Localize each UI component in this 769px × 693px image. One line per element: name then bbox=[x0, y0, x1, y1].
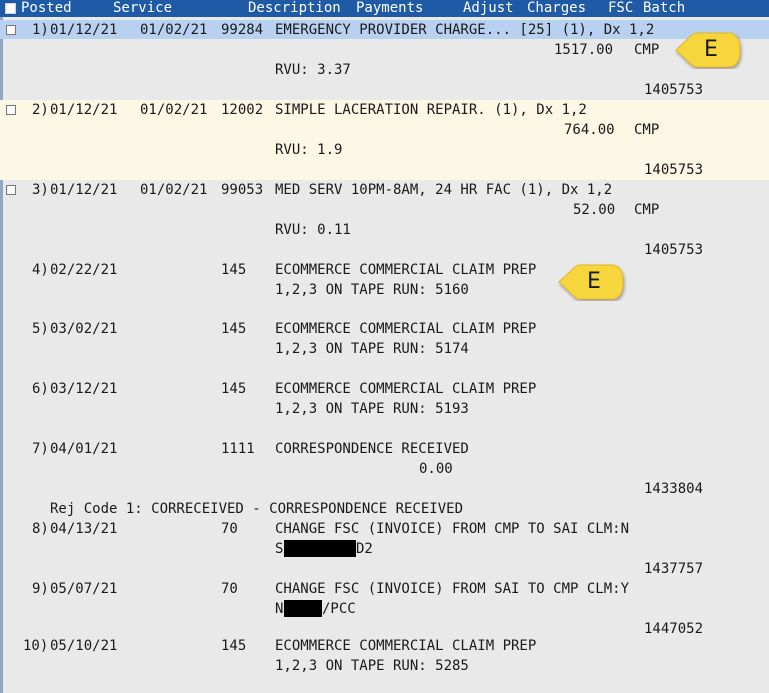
row-number: 2) bbox=[32, 102, 49, 118]
row-number: 8) bbox=[32, 521, 49, 537]
row-checkbox[interactable] bbox=[6, 25, 16, 35]
payments-amount: 0.00 bbox=[419, 461, 453, 477]
procedure-code: 145 bbox=[221, 381, 247, 397]
header-adjust[interactable]: Adjust bbox=[463, 0, 514, 17]
row-number: 9) bbox=[32, 581, 49, 597]
redaction-block bbox=[284, 540, 356, 557]
charges-amount: 764.00 bbox=[564, 122, 615, 138]
posted-date: 05/10/21 bbox=[50, 638, 118, 654]
header-fsc[interactable]: FSC bbox=[608, 0, 633, 17]
rvu-value: RVU: 3.37 bbox=[275, 62, 351, 78]
description: CHANGE FSC (INVOICE) FROM SAI TO CMP CLM… bbox=[275, 581, 630, 597]
procedure-code: 70 bbox=[221, 521, 238, 537]
row-checkbox[interactable] bbox=[6, 185, 16, 195]
header-posted[interactable]: Posted bbox=[21, 0, 72, 17]
service-date: 01/02/21 bbox=[140, 102, 208, 118]
row-number: 3) bbox=[32, 182, 49, 198]
batch-number: 1437757 bbox=[644, 561, 704, 577]
row-number: 1) bbox=[32, 22, 49, 38]
description: SIMPLE LACERATION REPAIR. (1), Dx 1,2 bbox=[275, 102, 587, 118]
e-badge-icon: E bbox=[557, 263, 631, 301]
rvu-value: RVU: 0.11 bbox=[275, 222, 351, 238]
badge-letter: E bbox=[587, 269, 601, 294]
description-detail: D2 bbox=[356, 541, 373, 557]
posted-date: 03/02/21 bbox=[50, 321, 118, 337]
posted-date: 02/22/21 bbox=[50, 262, 118, 278]
row-number: 5) bbox=[32, 321, 49, 337]
batch-number: 1447052 bbox=[644, 621, 704, 637]
description-detail: 1,2,3 ON TAPE RUN: 5285 bbox=[275, 658, 469, 674]
select-all-checkbox[interactable] bbox=[5, 3, 16, 14]
procedure-code: 70 bbox=[221, 581, 238, 597]
description-detail: 1,2,3 ON TAPE RUN: 5193 bbox=[275, 401, 469, 417]
service-date: 01/02/21 bbox=[140, 22, 208, 38]
e-badge-icon: E bbox=[674, 31, 748, 69]
batch-number: 1405753 bbox=[644, 82, 704, 98]
posted-date: 05/07/21 bbox=[50, 581, 118, 597]
description-detail: 1,2,3 ON TAPE RUN: 5160 bbox=[275, 282, 469, 298]
badge-letter: E bbox=[704, 37, 718, 62]
column-header-bar: Posted Service Description Payments Adju… bbox=[0, 0, 769, 17]
posted-date: 01/12/21 bbox=[50, 182, 118, 198]
posted-date: 04/13/21 bbox=[50, 521, 118, 537]
description-detail: 1,2,3 ON TAPE RUN: 5174 bbox=[275, 341, 469, 357]
procedure-code: 99284 bbox=[221, 22, 264, 38]
description-detail: /PCC bbox=[322, 601, 356, 617]
rejection-code-note: Rej Code 1: CORRECEIVED - CORRESPONDENCE… bbox=[50, 501, 464, 517]
fsc-code: CMP bbox=[634, 42, 660, 58]
description: ECOMMERCE COMMERCIAL CLAIM PREP bbox=[275, 381, 537, 397]
description: ECOMMERCE COMMERCIAL CLAIM PREP bbox=[275, 638, 537, 654]
header-batch[interactable]: Batch bbox=[643, 0, 685, 17]
procedure-code: 12002 bbox=[221, 102, 264, 118]
posted-date: 03/12/21 bbox=[50, 381, 118, 397]
posted-date: 04/01/21 bbox=[50, 441, 118, 457]
description: ECOMMERCE COMMERCIAL CLAIM PREP bbox=[275, 262, 537, 278]
header-description[interactable]: Description bbox=[248, 0, 341, 17]
procedure-code: 1111 bbox=[221, 441, 255, 457]
posted-date: 01/12/21 bbox=[50, 22, 118, 38]
batch-number: 1405753 bbox=[644, 162, 704, 178]
header-payments[interactable]: Payments bbox=[356, 0, 423, 17]
row-number: 6) bbox=[32, 381, 49, 397]
description: CORRESPONDENCE RECEIVED bbox=[275, 441, 469, 457]
header-charges[interactable]: Charges bbox=[527, 0, 586, 17]
procedure-code: 145 bbox=[221, 638, 247, 654]
row-number: 10) bbox=[23, 638, 49, 654]
row-checkbox[interactable] bbox=[6, 105, 16, 115]
procedure-code: 145 bbox=[221, 262, 247, 278]
procedure-code: 99053 bbox=[221, 182, 264, 198]
row-number: 4) bbox=[32, 262, 49, 278]
description-detail: S bbox=[275, 541, 284, 557]
posted-date: 01/12/21 bbox=[50, 102, 118, 118]
description: CHANGE FSC (INVOICE) FROM CMP TO SAI CLM… bbox=[275, 521, 630, 537]
row-number: 7) bbox=[32, 441, 49, 457]
description-detail: N bbox=[275, 601, 284, 617]
batch-number: 1405753 bbox=[644, 242, 704, 258]
service-date: 01/02/21 bbox=[140, 182, 208, 198]
header-service[interactable]: Service bbox=[113, 0, 172, 17]
procedure-code: 145 bbox=[221, 321, 247, 337]
batch-number: 1433804 bbox=[644, 481, 704, 497]
charges-amount: 52.00 bbox=[573, 202, 616, 218]
description: ECOMMERCE COMMERCIAL CLAIM PREP bbox=[275, 321, 537, 337]
fsc-code: CMP bbox=[634, 202, 660, 218]
redaction-block bbox=[284, 600, 322, 617]
charges-amount: 1517.00 bbox=[554, 42, 614, 58]
fsc-code: CMP bbox=[634, 122, 660, 138]
rvu-value: RVU: 1.9 bbox=[275, 142, 343, 158]
description: MED SERV 10PM-8AM, 24 HR FAC (1), Dx 1,2 bbox=[275, 182, 613, 198]
description: EMERGENCY PROVIDER CHARGE... [25] (1), D… bbox=[275, 22, 655, 38]
